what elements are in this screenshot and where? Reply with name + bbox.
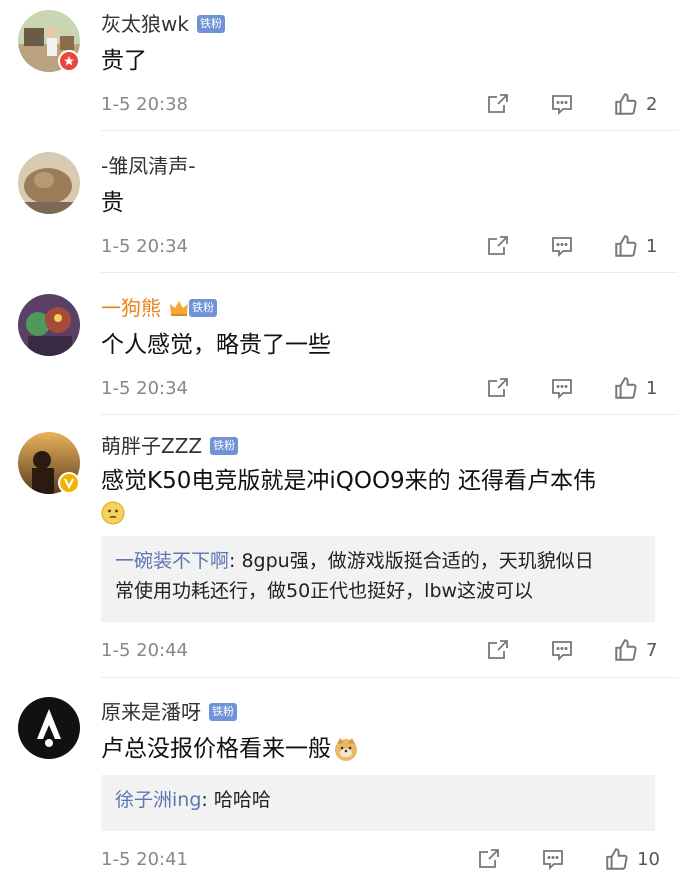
reply-preview[interactable]: 徐子洲ing: 哈哈哈 bbox=[101, 775, 655, 831]
comment-text: 卢总没报价格看来一般 bbox=[101, 736, 331, 762]
comment-meta: 1-5 20:34 1 bbox=[101, 373, 660, 403]
comment-text: 感觉K50电竞版就是冲iQOO9来的 还得看卢本伟 bbox=[101, 468, 596, 494]
like-count: 10 bbox=[637, 848, 660, 870]
comment-actions: 10 bbox=[475, 844, 660, 874]
timestamp: 1-5 20:34 bbox=[101, 377, 188, 399]
avatar[interactable] bbox=[18, 697, 80, 759]
like-icon[interactable] bbox=[612, 636, 640, 664]
username-row: 灰太狼wk 铁粉 bbox=[101, 10, 225, 38]
like-count: 7 bbox=[646, 639, 658, 661]
reply-text-line1: : 8gpu强，做游戏版挺合适的，天玑貌似日 bbox=[229, 550, 594, 572]
avatar[interactable] bbox=[18, 294, 80, 356]
comment-icon[interactable] bbox=[548, 374, 576, 402]
reply-text: : 哈哈哈 bbox=[201, 789, 271, 811]
comment-text: 贵 bbox=[101, 190, 124, 216]
comment-item: 灰太狼wk 铁粉 贵了 1-5 20:38 2 bbox=[0, 0, 678, 131]
verified-icon bbox=[58, 472, 80, 494]
share-icon[interactable] bbox=[484, 90, 512, 118]
comment-icon[interactable] bbox=[548, 232, 576, 260]
comment-icon[interactable] bbox=[548, 90, 576, 118]
fan-badge: 铁粉 bbox=[210, 437, 239, 455]
comment-item: 原来是潘呀 铁粉 卢总没报价格看来一般 徐子洲ing: 哈哈哈 1-5 20:4… bbox=[0, 678, 678, 879]
share-icon[interactable] bbox=[484, 636, 512, 664]
username-row: -雏凤清声- bbox=[101, 152, 195, 180]
comment-meta: 1-5 20:41 10 bbox=[101, 844, 660, 874]
like-icon[interactable] bbox=[612, 90, 640, 118]
reply-text-line2: 常使用功耗还行，做50正代也挺好，lbw这波可以 bbox=[115, 580, 534, 602]
username-row: 萌胖子ZZZ 铁粉 bbox=[101, 432, 239, 460]
fan-badge: 铁粉 bbox=[209, 703, 237, 721]
comment-text: 贵了 bbox=[101, 48, 147, 74]
timestamp: 1-5 20:44 bbox=[101, 639, 188, 661]
avatar[interactable] bbox=[18, 152, 80, 214]
comment-actions: 7 bbox=[484, 635, 660, 665]
username[interactable]: 原来是潘呀 bbox=[101, 698, 201, 726]
fan-badge: 铁粉 bbox=[196, 15, 225, 33]
share-icon[interactable] bbox=[484, 232, 512, 260]
username[interactable]: 萌胖子ZZZ bbox=[101, 432, 202, 460]
crown-icon bbox=[170, 301, 188, 316]
doge-emoji-icon bbox=[335, 738, 357, 761]
timestamp: 1-5 20:38 bbox=[101, 93, 188, 115]
comment-item: 一狗熊 铁粉 个人感觉，略贵了一些 1-5 20:34 1 bbox=[0, 273, 678, 415]
timestamp: 1-5 20:34 bbox=[101, 235, 188, 257]
username-row: 原来是潘呀 铁粉 bbox=[101, 698, 237, 726]
like-count: 1 bbox=[646, 377, 658, 399]
thinking-emoji-icon bbox=[101, 501, 125, 525]
username[interactable]: -雏凤清声- bbox=[101, 152, 195, 180]
comment-item: 萌胖子ZZZ 铁粉 感觉K50电竞版就是冲iQOO9来的 还得看卢本伟 一碗装不… bbox=[0, 415, 678, 678]
comment-text: 个人感觉，略贵了一些 bbox=[101, 332, 331, 358]
username[interactable]: 灰太狼wk bbox=[101, 10, 189, 38]
comment-actions: 1 bbox=[484, 231, 660, 261]
fan-badge: 铁粉 bbox=[189, 299, 217, 317]
username-row: 一狗熊 铁粉 bbox=[101, 294, 217, 322]
share-icon[interactable] bbox=[475, 845, 503, 873]
comment-icon[interactable] bbox=[548, 636, 576, 664]
comment-text-row: 卢总没报价格看来一般 bbox=[101, 732, 359, 766]
comment-icon[interactable] bbox=[539, 845, 567, 873]
reply-username[interactable]: 一碗装不下啊 bbox=[115, 550, 229, 572]
comment-meta: 1-5 20:34 1 bbox=[101, 231, 660, 261]
like-icon[interactable] bbox=[612, 374, 640, 402]
like-icon[interactable] bbox=[612, 232, 640, 260]
username[interactable]: 一狗熊 bbox=[101, 294, 161, 322]
reply-preview[interactable]: 一碗装不下啊: 8gpu强，做游戏版挺合适的，天玑貌似日 常使用功耗还行，做50… bbox=[101, 536, 655, 622]
comment-meta: 1-5 20:38 2 bbox=[101, 89, 660, 119]
vip-badge-icon bbox=[58, 50, 80, 72]
like-count: 2 bbox=[646, 93, 658, 115]
like-icon[interactable] bbox=[603, 845, 631, 873]
share-icon[interactable] bbox=[484, 374, 512, 402]
comment-meta: 1-5 20:44 7 bbox=[101, 635, 660, 665]
comment-actions: 2 bbox=[484, 89, 660, 119]
timestamp: 1-5 20:41 bbox=[101, 848, 188, 870]
like-count: 1 bbox=[646, 235, 658, 257]
reply-username[interactable]: 徐子洲ing bbox=[115, 789, 201, 811]
comment-actions: 1 bbox=[484, 373, 660, 403]
comment-item: -雏凤清声- 贵 1-5 20:34 1 bbox=[0, 131, 678, 273]
